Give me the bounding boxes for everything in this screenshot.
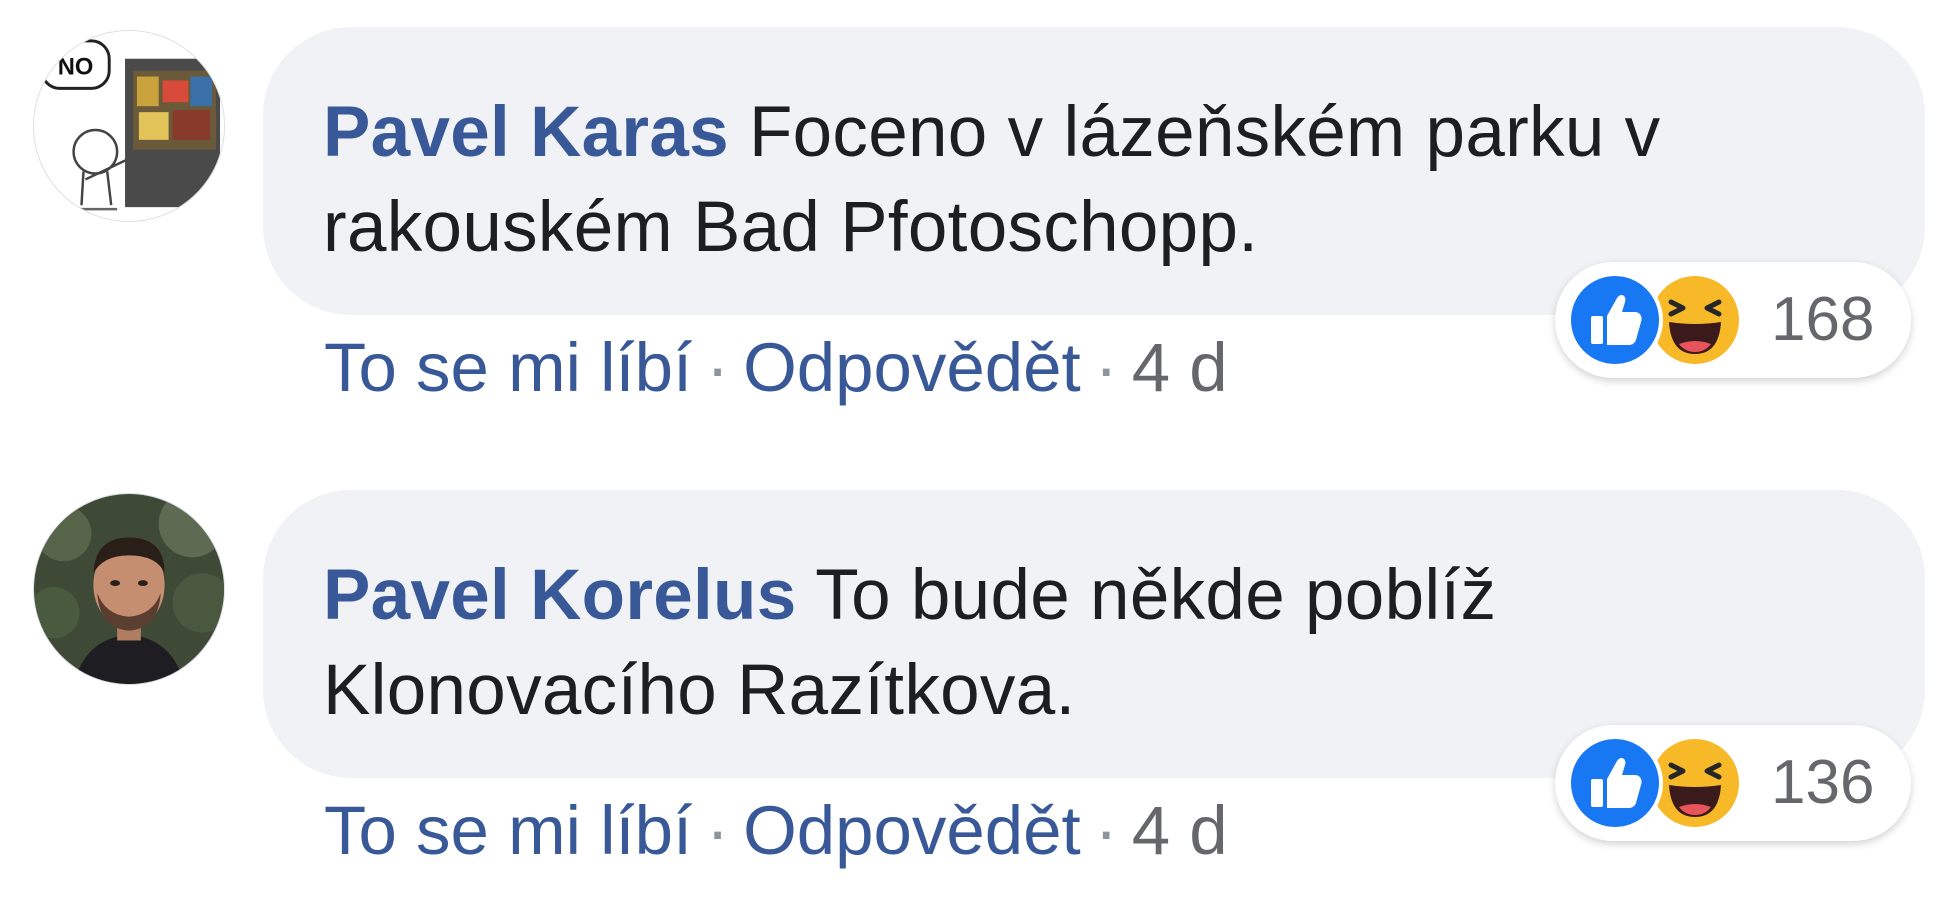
- reactions-summary[interactable]: 168: [1555, 262, 1911, 378]
- separator: ·: [706, 792, 730, 869]
- reaction-count: 136: [1771, 748, 1875, 817]
- reactions-summary[interactable]: 136: [1555, 725, 1911, 841]
- comment: NO Pavel Karas Foceno v lázeňském parku …: [0, 0, 1956, 445]
- comment-timestamp[interactable]: 4 d: [1132, 329, 1228, 406]
- like-link[interactable]: To se mi líbí: [324, 329, 692, 406]
- reaction-count: 168: [1771, 285, 1875, 354]
- avatar[interactable]: [33, 493, 225, 685]
- like-icon: [1567, 272, 1663, 368]
- comment-author[interactable]: Pavel Karas: [323, 93, 729, 172]
- reply-link[interactable]: Odpovědět: [743, 792, 1081, 869]
- like-icon: [1567, 735, 1663, 831]
- meme-avatar-image: NO: [34, 31, 224, 221]
- separator: ·: [1094, 792, 1118, 869]
- avatar-text: NO: [58, 54, 94, 81]
- reply-link[interactable]: Odpovědět: [743, 329, 1081, 406]
- comment-actions: To se mi líbí · Odpovědět · 4 d: [324, 781, 1228, 881]
- comment-timestamp[interactable]: 4 d: [1132, 792, 1228, 869]
- comment-body: Pavel Karas Foceno v lázeňském parku v r…: [323, 85, 1865, 275]
- comment-author[interactable]: Pavel Korelus: [323, 556, 797, 635]
- comment-actions: To se mi líbí · Odpovědět · 4 d: [324, 318, 1228, 418]
- avatar[interactable]: NO: [33, 30, 225, 222]
- like-link[interactable]: To se mi líbí: [324, 792, 692, 869]
- separator: ·: [1094, 329, 1118, 406]
- profile-photo-image: [34, 494, 224, 684]
- separator: ·: [706, 329, 730, 406]
- comment: Pavel Korelus To bude někde poblíž Klono…: [0, 463, 1956, 908]
- comment-body: Pavel Korelus To bude někde poblíž Klono…: [323, 548, 1865, 738]
